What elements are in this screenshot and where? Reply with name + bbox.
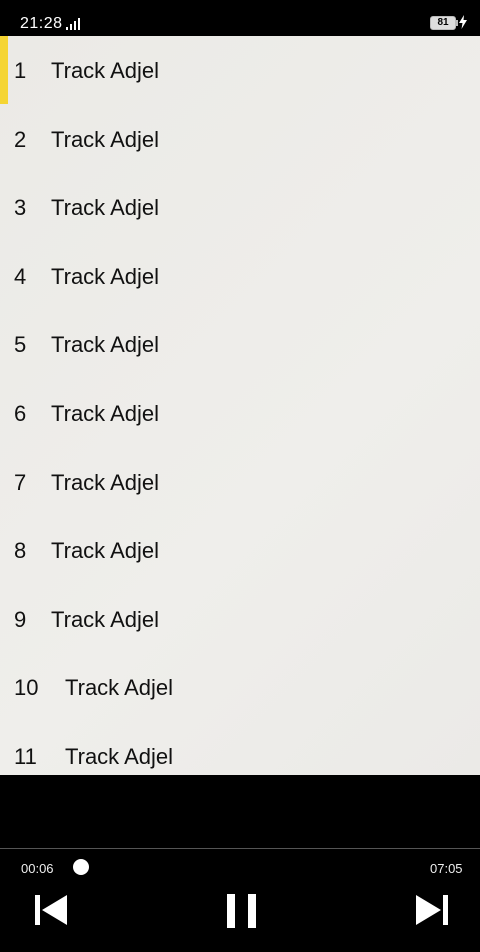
charging-icon <box>459 15 467 34</box>
track-item-10[interactable]: 10 Track Adjel <box>0 653 480 722</box>
battery-icon: 81 <box>430 16 456 30</box>
pause-button[interactable] <box>224 893 260 934</box>
track-number: 11 <box>14 743 37 769</box>
track-number: 3 <box>14 195 27 221</box>
status-time: 21:28 <box>20 15 63 32</box>
track-number: 9 <box>14 606 27 632</box>
pause-icon <box>227 894 256 928</box>
empty-area <box>0 775 480 848</box>
track-item-5[interactable]: 5 Track Adjel <box>0 310 480 379</box>
current-time: 00:06 <box>21 861 54 876</box>
track-item-1[interactable]: 1 Track Adjel <box>0 36 480 105</box>
track-title: Track Adjel <box>51 469 160 495</box>
track-number: 7 <box>14 469 27 495</box>
seek-thumb[interactable] <box>73 859 89 875</box>
track-item-8[interactable]: 8 Track Adjel <box>0 516 480 585</box>
previous-button[interactable] <box>33 893 69 932</box>
track-number: 4 <box>14 263 27 289</box>
signal-icon <box>66 17 82 35</box>
track-item-11[interactable]: 11 Track Adjel <box>0 722 480 775</box>
track-item-9[interactable]: 9 Track Adjel <box>0 585 480 654</box>
next-button[interactable] <box>414 893 450 932</box>
track-title: Track Adjel <box>51 538 160 564</box>
track-item-7[interactable]: 7 Track Adjel <box>0 448 480 517</box>
track-number: 5 <box>14 332 27 358</box>
track-title: Track Adjel <box>51 58 160 83</box>
previous-icon <box>35 895 67 925</box>
track-title: Track Adjel <box>51 400 160 426</box>
track-item-3[interactable]: 3 Track Adjel <box>0 173 480 242</box>
track-item-4[interactable]: 4 Track Adjel <box>0 242 480 311</box>
track-title: Track Adjel <box>51 195 160 221</box>
track-number: 6 <box>14 400 27 426</box>
battery-nub <box>456 20 458 26</box>
next-icon <box>416 895 448 925</box>
total-time: 07:05 <box>430 861 463 876</box>
track-number: 1 <box>14 58 27 83</box>
track-item-2[interactable]: 2 Track Adjel <box>0 105 480 174</box>
track-title: Track Adjel <box>51 263 160 289</box>
track-title: Track Adjel <box>51 332 160 358</box>
track-number: 2 <box>14 126 27 152</box>
track-number: 10 <box>14 675 39 701</box>
status-bar: 21:28 81 <box>0 0 480 36</box>
track-item-6[interactable]: 6 Track Adjel <box>0 379 480 448</box>
track-title: Track Adjel <box>65 743 174 769</box>
track-title: Track Adjel <box>51 126 160 152</box>
track-title: Track Adjel <box>65 675 174 701</box>
track-list[interactable]: 1 Track Adjel 2 Track Adjel 3 Track Adje… <box>0 36 480 775</box>
track-title: Track Adjel <box>51 606 160 632</box>
player-controls: 00:06 07:05 <box>0 849 480 952</box>
track-number: 8 <box>14 538 27 564</box>
